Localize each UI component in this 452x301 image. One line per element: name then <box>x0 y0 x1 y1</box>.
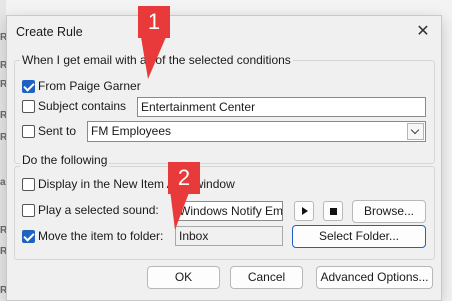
cancel-button[interactable]: Cancel <box>230 266 303 289</box>
play-sound-label: Play a selected sound: <box>38 203 159 217</box>
ok-button[interactable]: OK <box>147 266 220 289</box>
dialog-title: Create Rule <box>16 25 83 39</box>
subject-checkbox[interactable] <box>22 100 35 113</box>
sent-to-select[interactable]: FM Employees <box>87 121 426 142</box>
browse-button[interactable]: Browse... <box>352 200 426 223</box>
play-sound-checkbox[interactable] <box>22 204 35 217</box>
move-folder-label: Move the item to folder: <box>38 229 164 243</box>
folder-input: Inbox <box>175 226 283 246</box>
display-alert-checkbox[interactable] <box>22 178 35 191</box>
close-icon[interactable]: ✕ <box>413 22 433 42</box>
actions-legend: Do the following <box>20 153 110 167</box>
display-alert-label: Display in the New Item Alert window <box>38 177 235 191</box>
edge-letter: a <box>0 177 6 188</box>
from-label: From Paige Garner <box>38 79 141 93</box>
stop-sound-button[interactable] <box>323 201 343 221</box>
sent-to-selected: FM Employees <box>91 124 172 138</box>
title-bar: Create Rule ✕ <box>7 16 441 48</box>
sent-to-checkbox[interactable] <box>22 125 35 138</box>
subject-input[interactable]: Entertainment Center <box>137 97 426 117</box>
play-icon <box>302 207 308 215</box>
advanced-options-button[interactable]: Advanced Options... <box>316 266 433 289</box>
select-folder-button[interactable]: Select Folder... <box>292 225 426 248</box>
move-folder-checkbox[interactable] <box>22 230 35 243</box>
stop-icon <box>330 208 337 215</box>
callout-badge-2: 2 <box>168 162 200 194</box>
sent-to-label: Sent to <box>38 124 77 138</box>
callout-badge-1: 1 <box>138 6 170 38</box>
create-rule-dialog: Create Rule ✕ When I get email with all … <box>6 15 442 301</box>
chevron-down-icon[interactable] <box>407 123 424 140</box>
play-sound-button[interactable] <box>294 201 314 221</box>
conditions-legend: When I get email with all of the selecte… <box>20 53 293 67</box>
sound-file-input[interactable]: Windows Notify Em <box>175 201 283 221</box>
from-checkbox[interactable] <box>22 80 35 93</box>
subject-label: Subject contains <box>38 99 127 113</box>
